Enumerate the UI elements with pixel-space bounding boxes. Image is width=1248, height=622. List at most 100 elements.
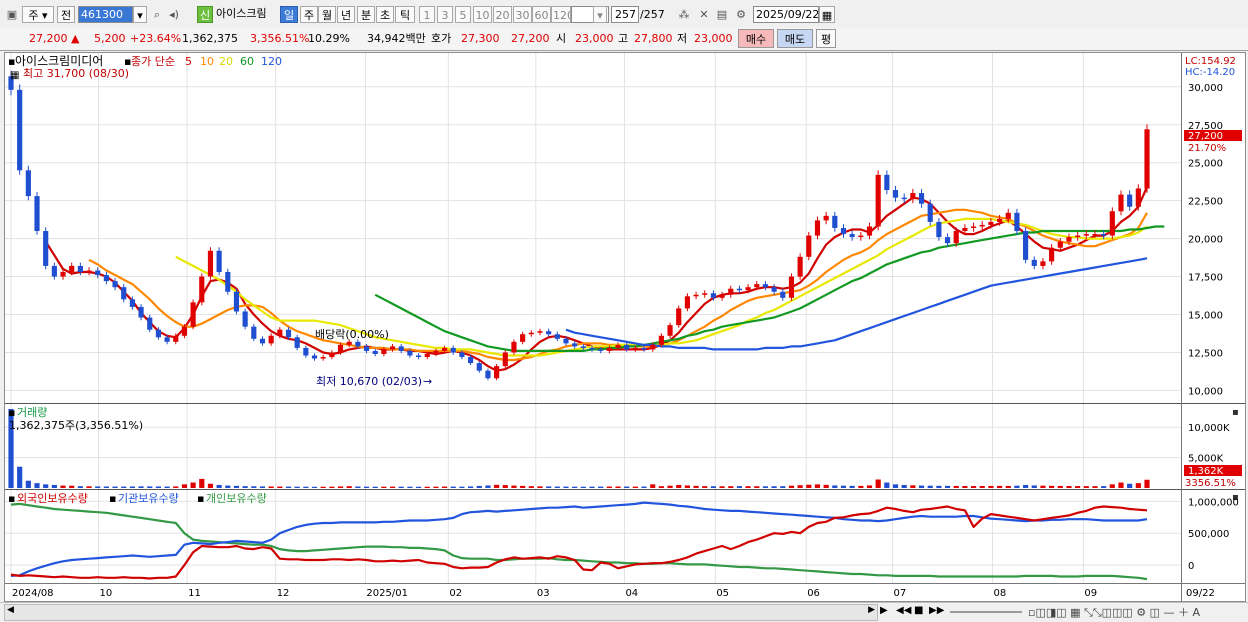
gear-icon[interactable]: ⚙ bbox=[733, 6, 749, 23]
candle-body bbox=[684, 296, 690, 309]
period-month[interactable]: 월 bbox=[318, 6, 336, 23]
candle-body bbox=[936, 221, 942, 238]
candle-body bbox=[468, 357, 474, 364]
volume-bar bbox=[398, 486, 404, 488]
candle-body bbox=[242, 311, 248, 327]
search-icon[interactable]: ⌕ bbox=[149, 6, 165, 23]
rewind-icon[interactable]: ◀◀ bbox=[896, 605, 911, 616]
volume-bar bbox=[433, 486, 439, 488]
candle-body bbox=[1031, 259, 1037, 266]
low-arrow-icon: → bbox=[423, 375, 432, 388]
candle-body bbox=[840, 227, 847, 235]
period-tick[interactable]: 틱 bbox=[395, 6, 415, 23]
stock-chart-svg[interactable]: ▪ 아이스크림미디어 ▪ 종가 단순 5 10 20 60 120 ▦ 최고 3… bbox=[5, 53, 1245, 601]
volume-value-label: 1,362,375주(3,356.51%) bbox=[9, 419, 143, 432]
candle-body bbox=[858, 235, 864, 238]
volume-bar bbox=[598, 486, 604, 488]
date-input[interactable]: 2025/09/22 bbox=[753, 6, 819, 23]
calendar-button[interactable]: ▦ bbox=[819, 6, 835, 23]
candle-body bbox=[780, 291, 786, 298]
period-day[interactable]: 일 bbox=[280, 6, 298, 23]
minute-20[interactable]: 20 bbox=[493, 6, 512, 23]
stock-code-input[interactable]: 461300 bbox=[78, 6, 133, 23]
volume-bar bbox=[34, 483, 40, 488]
candle-body bbox=[788, 276, 795, 298]
holdings-pane-icon[interactable]: ▪ bbox=[8, 492, 15, 505]
volume-pane-icon[interactable]: ▪ bbox=[8, 406, 15, 419]
compare-icon[interactable]: ⁂ bbox=[676, 6, 692, 23]
candle-body bbox=[1109, 211, 1115, 236]
candle-body bbox=[953, 231, 959, 244]
minute-120[interactable]: 120 bbox=[551, 6, 571, 23]
candle-body bbox=[164, 337, 170, 342]
volume-bar bbox=[242, 486, 248, 488]
candle-body bbox=[745, 287, 751, 291]
fast-forward-icon[interactable]: ▶▶ bbox=[929, 605, 944, 616]
sell-button[interactable]: 매도 bbox=[777, 29, 813, 48]
minute-5[interactable]: 5 bbox=[455, 6, 471, 23]
quote-high-label: 고 bbox=[618, 32, 629, 45]
candle-body bbox=[337, 344, 344, 353]
speaker-icon[interactable]: ◂) bbox=[166, 6, 182, 23]
volume-bar bbox=[563, 486, 569, 488]
minute-10[interactable]: 10 bbox=[473, 6, 492, 23]
minute-30[interactable]: 30 bbox=[513, 6, 532, 23]
x-tick-label: 06 bbox=[807, 588, 820, 599]
legend-separator-icon: ▪ bbox=[197, 492, 204, 505]
candle-body bbox=[1144, 129, 1150, 189]
volume-bar bbox=[823, 484, 829, 488]
horizontal-scrollbar[interactable]: ◀ ▶ bbox=[4, 604, 878, 621]
minute-60[interactable]: 60 bbox=[532, 6, 551, 23]
period-minute[interactable]: 분 bbox=[357, 6, 375, 23]
prev-button[interactable]: 전 bbox=[57, 6, 75, 23]
code-dropdown-button[interactable]: ▾ bbox=[133, 6, 147, 23]
volume-bar bbox=[51, 484, 57, 488]
volume-bar bbox=[1066, 485, 1072, 488]
pane-close-icon[interactable]: ▪ bbox=[1232, 407, 1239, 418]
volume-bar bbox=[624, 486, 630, 488]
volume-bar bbox=[60, 485, 66, 488]
scroll-right-icon[interactable]: ▶ bbox=[868, 605, 875, 615]
volume-bar bbox=[996, 485, 1003, 488]
candle-body bbox=[736, 288, 743, 291]
period-year[interactable]: 년 bbox=[337, 6, 355, 23]
drawing-tools-icon[interactable]: ▫◫◨◫ ▦ ⤡⤡◫◫◫ ⚙ ◫ — ＋ A bbox=[1028, 604, 1200, 620]
volume-bar bbox=[1101, 486, 1107, 488]
stop-icon[interactable]: ■ bbox=[914, 605, 923, 616]
candle-body bbox=[190, 302, 196, 327]
eval-button[interactable]: 평 bbox=[816, 29, 836, 48]
volume-bar bbox=[181, 484, 188, 488]
volume-bar bbox=[494, 484, 500, 488]
market-select[interactable]: 주 ▾ bbox=[22, 6, 54, 23]
buy-button[interactable]: 매수 bbox=[738, 29, 774, 48]
minute-3[interactable]: 3 bbox=[437, 6, 453, 23]
volume-bar bbox=[1031, 485, 1037, 488]
count-input[interactable]: 257 bbox=[611, 6, 639, 23]
window-icon[interactable]: ▣ bbox=[4, 6, 20, 23]
holdings-tick-label: 0 bbox=[1188, 561, 1194, 572]
quote-change-pct: +23.64% bbox=[130, 32, 182, 45]
calendar-icon[interactable]: ▦ bbox=[10, 70, 19, 81]
candle-body bbox=[866, 226, 873, 236]
volume-bar bbox=[736, 486, 743, 488]
candle-body bbox=[1135, 188, 1141, 207]
scroll-left-icon[interactable]: ◀ bbox=[7, 605, 14, 615]
chart-area[interactable]: ▪ 아이스크림미디어 ▪ 종가 단순 5 10 20 60 120 ▦ 최고 3… bbox=[4, 52, 1246, 602]
custom-period-dropdown[interactable]: ▾ bbox=[593, 6, 607, 23]
save-icon[interactable]: ▤ bbox=[714, 6, 730, 23]
volume-bar bbox=[572, 486, 578, 488]
volume-bar bbox=[442, 486, 448, 488]
crosshair-icon[interactable]: ✕ bbox=[696, 6, 712, 23]
period-second[interactable]: 초 bbox=[376, 6, 394, 23]
candle-body bbox=[155, 329, 162, 338]
period-week[interactable]: 주 bbox=[300, 6, 318, 23]
candle-body bbox=[424, 353, 430, 358]
play-icon[interactable]: ▶ bbox=[880, 605, 888, 616]
volume-bar bbox=[1092, 486, 1098, 488]
minute-1[interactable]: 1 bbox=[419, 6, 435, 23]
volume-bar bbox=[372, 486, 378, 488]
candle-body bbox=[69, 265, 75, 273]
zoom-slider[interactable] bbox=[950, 611, 1022, 613]
candle-body bbox=[476, 363, 482, 371]
volume-bar bbox=[485, 485, 491, 488]
